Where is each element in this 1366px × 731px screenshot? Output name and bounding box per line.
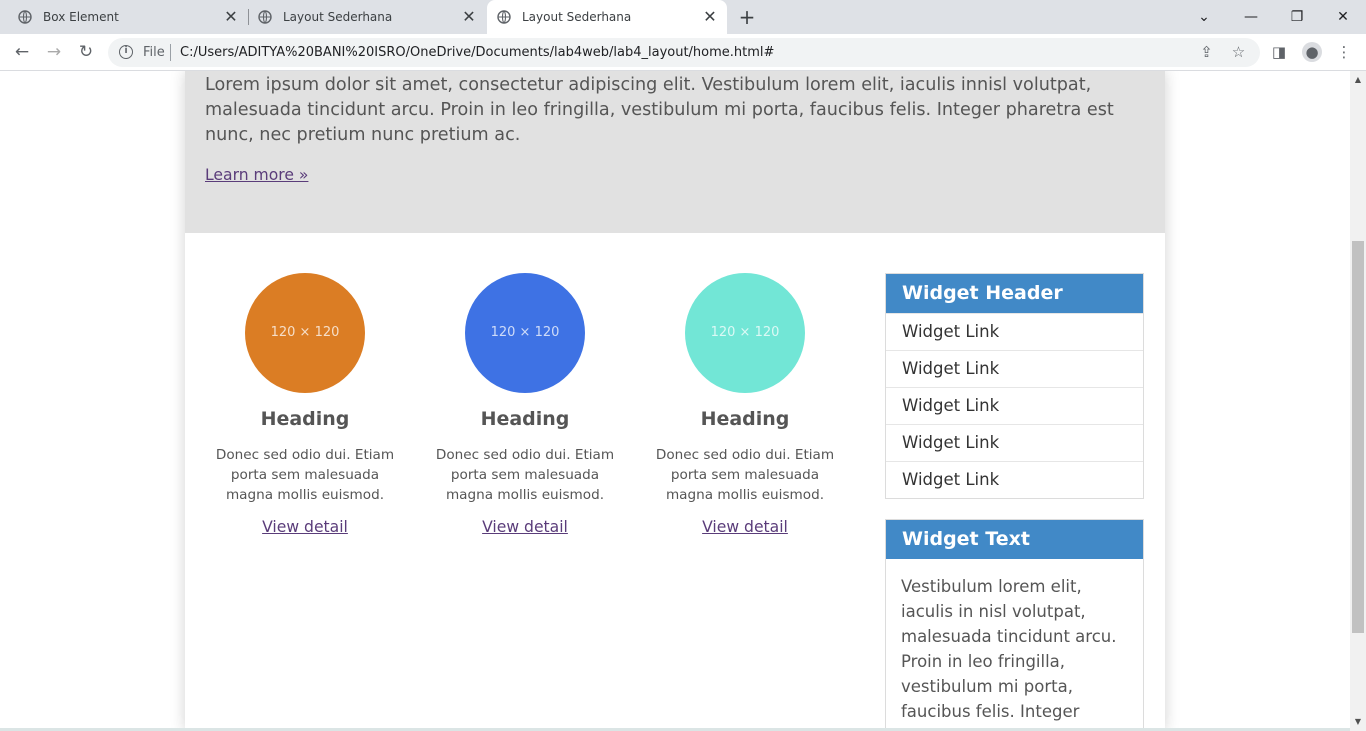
- more-menu-icon[interactable]: ⋮: [1334, 42, 1354, 62]
- bookmark-star-icon[interactable]: ☆: [1230, 44, 1247, 61]
- column-text: Donec sed odio dui. Etiam porta sem male…: [655, 447, 835, 503]
- widget-text: Widget Text Vestibulum lorem elit, iacul…: [885, 519, 1144, 731]
- divider: [170, 44, 171, 61]
- minimize-icon[interactable]: —: [1240, 6, 1262, 28]
- column-heading: Heading: [700, 408, 790, 430]
- widget-link[interactable]: Widget Link: [886, 424, 1143, 461]
- widget-link[interactable]: Widget Link: [886, 350, 1143, 387]
- info-icon[interactable]: i: [119, 45, 133, 59]
- close-tab-icon[interactable]: ✕: [701, 8, 719, 26]
- widget-links: Widget Header Widget Link Widget Link Wi…: [885, 273, 1144, 499]
- view-detail-link[interactable]: View detail: [205, 516, 405, 538]
- column-text: Donec sed odio dui. Etiam porta sem male…: [435, 447, 615, 503]
- share-icon[interactable]: ⇪: [1198, 44, 1215, 61]
- widget-link[interactable]: Widget Link: [886, 313, 1143, 350]
- close-tab-icon[interactable]: ✕: [222, 8, 240, 26]
- column-heading: Heading: [260, 408, 350, 430]
- close-window-icon[interactable]: ✕: [1332, 6, 1354, 28]
- placeholder-image: 120 × 120: [245, 273, 365, 393]
- scheme-label: File: [143, 45, 165, 60]
- widget-text-header: Widget Text: [886, 520, 1143, 559]
- tab-layout-sederhana-active[interactable]: Layout Sederhana ✕: [487, 0, 727, 34]
- widget-link[interactable]: Widget Link: [886, 387, 1143, 424]
- widget-link[interactable]: Widget Link: [886, 461, 1143, 498]
- placeholder-image: 120 × 120: [685, 273, 805, 393]
- reload-icon[interactable]: ↻: [75, 41, 97, 63]
- learn-more-link[interactable]: Learn more »: [205, 164, 308, 186]
- globe-icon: [18, 10, 32, 24]
- restore-icon[interactable]: ❐: [1286, 6, 1308, 28]
- scroll-down-arrow-icon[interactable]: ▼: [1353, 717, 1363, 727]
- url-text[interactable]: C:/Users/ADITYA%20BANI%20ISRO/OneDrive/D…: [180, 45, 774, 60]
- scroll-up-arrow-icon[interactable]: ▲: [1353, 75, 1363, 85]
- jumbotron: Lorem ipsum dolor sit amet, consectetur …: [185, 71, 1165, 233]
- tab-title: Layout Sederhana: [283, 10, 393, 24]
- page-viewport: Lorem ipsum dolor sit amet, consectetur …: [0, 71, 1350, 731]
- profile-avatar-icon[interactable]: ●: [1302, 42, 1322, 62]
- view-detail-link[interactable]: View detail: [425, 516, 625, 538]
- address-bar[interactable]: i File C:/Users/ADITYA%20BANI%20ISRO/One…: [108, 38, 1260, 67]
- widget-header: Widget Header: [886, 274, 1143, 313]
- tab-layout-sederhana[interactable]: Layout Sederhana ✕: [248, 0, 486, 34]
- side-panel-icon[interactable]: ◨: [1269, 42, 1289, 62]
- jumbotron-text: Lorem ipsum dolor sit amet, consectetur …: [205, 75, 1114, 145]
- column-heading: Heading: [480, 408, 570, 430]
- browser-toolbar: ← → ↻ i File C:/Users/ADITYA%20BANI%20IS…: [0, 34, 1366, 71]
- view-detail-link[interactable]: View detail: [645, 516, 845, 538]
- globe-icon: [258, 10, 272, 24]
- tab-title: Layout Sederhana: [522, 10, 632, 24]
- globe-icon: [497, 10, 511, 24]
- forward-arrow-icon[interactable]: →: [43, 41, 65, 63]
- vertical-scrollbar[interactable]: ▲ ▼: [1350, 71, 1366, 731]
- column-text: Donec sed odio dui. Etiam porta sem male…: [215, 447, 395, 503]
- tab-title: Box Element: [43, 10, 119, 24]
- widget-text-body: Vestibulum lorem elit, iaculis in nisl v…: [901, 577, 1117, 731]
- new-tab-icon[interactable]: +: [737, 7, 757, 27]
- page-container: Lorem ipsum dolor sit amet, consectetur …: [185, 71, 1165, 731]
- tab-box-element[interactable]: Box Element ✕: [8, 0, 249, 34]
- tab-search-chevron-icon[interactable]: ⌄: [1193, 6, 1215, 28]
- placeholder-image: 120 × 120: [465, 273, 585, 393]
- close-tab-icon[interactable]: ✕: [460, 8, 478, 26]
- tab-strip: Box Element ✕ Layout Sederhana ✕ Layout …: [0, 0, 1366, 34]
- back-arrow-icon[interactable]: ←: [11, 41, 33, 63]
- scrollbar-thumb[interactable]: [1352, 241, 1364, 633]
